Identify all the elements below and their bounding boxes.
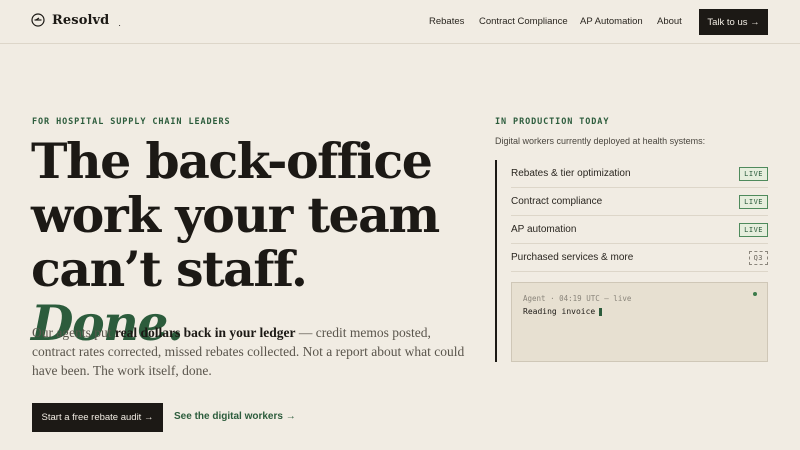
worker-row-purchased-services[interactable]: Purchased services & more Q3 (511, 244, 768, 272)
nav-rebates[interactable]: Rebates (429, 16, 464, 27)
hero-body: Our agents put real dollars back in your… (32, 323, 472, 380)
status-badge: LIVE (739, 194, 768, 209)
live-indicator-icon (753, 292, 757, 296)
worker-row-ap-automation[interactable]: AP automation LIVE (511, 216, 768, 244)
site-header: Resolvd . Rebates Contract Compliance AP… (0, 0, 800, 44)
headline-line-1: The back-office (31, 132, 433, 190)
brand-logo[interactable]: Resolvd . (31, 12, 121, 28)
worker-label: AP automation (511, 224, 577, 235)
headline-line-3: can’t staff. (31, 240, 308, 298)
hero-headline: The back-office work your team can’t sta… (31, 134, 451, 350)
timeline-rule (495, 160, 497, 362)
worker-row-rebates[interactable]: Rebates & tier optimization LIVE (511, 160, 768, 188)
status-badge: LIVE (739, 222, 768, 237)
hero-body-part-1: Our agents put (32, 325, 115, 340)
status-badge: LIVE (739, 166, 768, 181)
worker-label: Contract compliance (511, 196, 603, 207)
production-subtitle: Digital workers currently deployed at he… (495, 136, 706, 146)
console-line-text: Reading invoice (523, 307, 596, 316)
worker-row-contract-compliance[interactable]: Contract compliance LIVE (511, 188, 768, 216)
nav-contract-compliance[interactable]: Contract Compliance (479, 16, 568, 27)
talk-to-us-button[interactable]: Talk to us → (699, 9, 768, 35)
status-badge: Q3 (748, 250, 768, 265)
hero-body-emphasis: real dollars back in your ledger (114, 325, 296, 340)
cursor-icon (599, 307, 603, 316)
brand-mark: . (118, 18, 121, 28)
console-meta: Agent · 04:19 UTC — live (523, 294, 632, 303)
console-line: Reading invoice (523, 307, 603, 316)
compass-icon (31, 13, 45, 27)
worker-label: Purchased services & more (511, 252, 634, 263)
agent-console: Agent · 04:19 UTC — live Reading invoice (511, 282, 768, 362)
production-label: IN PRODUCTION TODAY (495, 117, 610, 127)
start-rebate-audit-button[interactable]: Start a free rebate audit → (32, 403, 163, 432)
nav-ap-automation[interactable]: AP Automation (580, 16, 643, 27)
headline-line-2: work your team (31, 186, 440, 244)
see-digital-workers-link[interactable]: See the digital workers → (174, 411, 296, 422)
brand-name: Resolvd (52, 12, 110, 28)
nav-about[interactable]: About (657, 16, 682, 27)
worker-label: Rebates & tier optimization (511, 168, 631, 179)
hero-eyebrow: FOR HOSPITAL SUPPLY CHAIN LEADERS (32, 117, 231, 127)
